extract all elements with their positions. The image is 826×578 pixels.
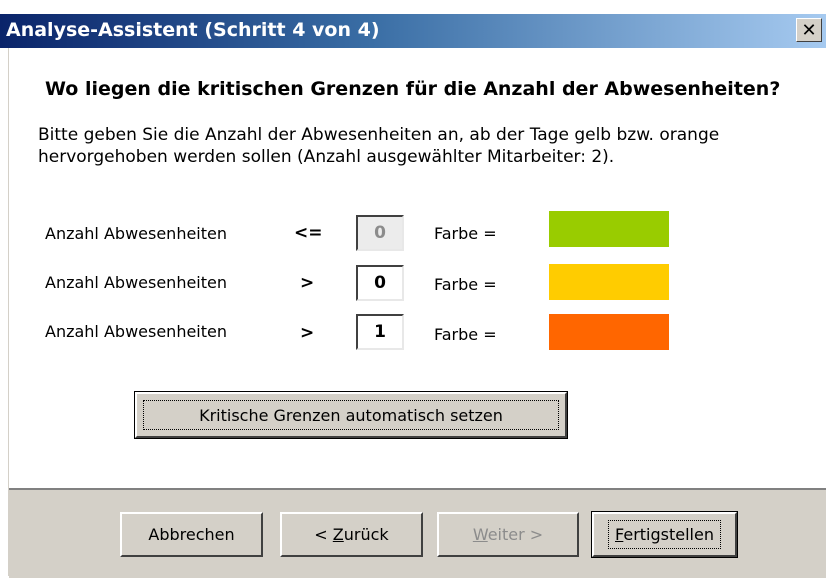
row-3-operator: > [300, 323, 315, 343]
page-heading: Wo liegen die kritischen Grenzen für die… [45, 78, 781, 100]
row-2-operator: > [300, 273, 315, 293]
auto-thresholds-label: Kritische Grenzen automatisch setzen [143, 400, 559, 430]
row-2-label: Anzahl Abwesenheiten [45, 273, 227, 292]
cancel-button[interactable]: Abbrechen [120, 512, 263, 557]
close-button[interactable]: ✕ [796, 18, 822, 42]
finish-button-label: Fertigstellen [608, 520, 721, 549]
cancel-button-label: Abbrechen [148, 525, 235, 544]
row-3-threshold-input[interactable]: 1 [356, 314, 404, 350]
back-button[interactable]: < Zurück [280, 512, 423, 557]
close-icon: ✕ [801, 19, 817, 41]
row-1-label: Anzahl Abwesenheiten [45, 224, 227, 243]
row-3-color-swatch[interactable] [549, 314, 669, 350]
instruction-text: Bitte geben Sie die Anzahl der Abwesenhe… [38, 125, 720, 167]
row-2-threshold-input[interactable]: 0 [356, 265, 404, 301]
row-3-color-label: Farbe = [434, 325, 497, 344]
title-bar[interactable]: Analyse-Assistent (Schritt 4 von 4) ✕ [0, 14, 826, 48]
row-3-label: Anzahl Abwesenheiten [45, 322, 227, 341]
row-2-color-swatch[interactable] [549, 264, 669, 300]
window-title: Analyse-Assistent (Schritt 4 von 4) [6, 19, 380, 41]
back-button-label: < Zurück [314, 525, 389, 544]
auto-thresholds-button[interactable]: Kritische Grenzen automatisch setzen [134, 391, 568, 439]
row-1-threshold-input: 0 [356, 215, 404, 251]
row-1-color-label: Farbe = [434, 224, 497, 243]
row-1-operator: <= [294, 223, 323, 243]
finish-button[interactable]: Fertigstellen [591, 511, 738, 558]
next-button: Weiter > [437, 512, 579, 557]
next-button-label: Weiter > [472, 525, 544, 544]
wizard-dialog: Analyse-Assistent (Schritt 4 von 4) ✕ Wo… [0, 0, 826, 578]
row-1-color-swatch[interactable] [549, 211, 669, 247]
row-2-color-label: Farbe = [434, 275, 497, 294]
